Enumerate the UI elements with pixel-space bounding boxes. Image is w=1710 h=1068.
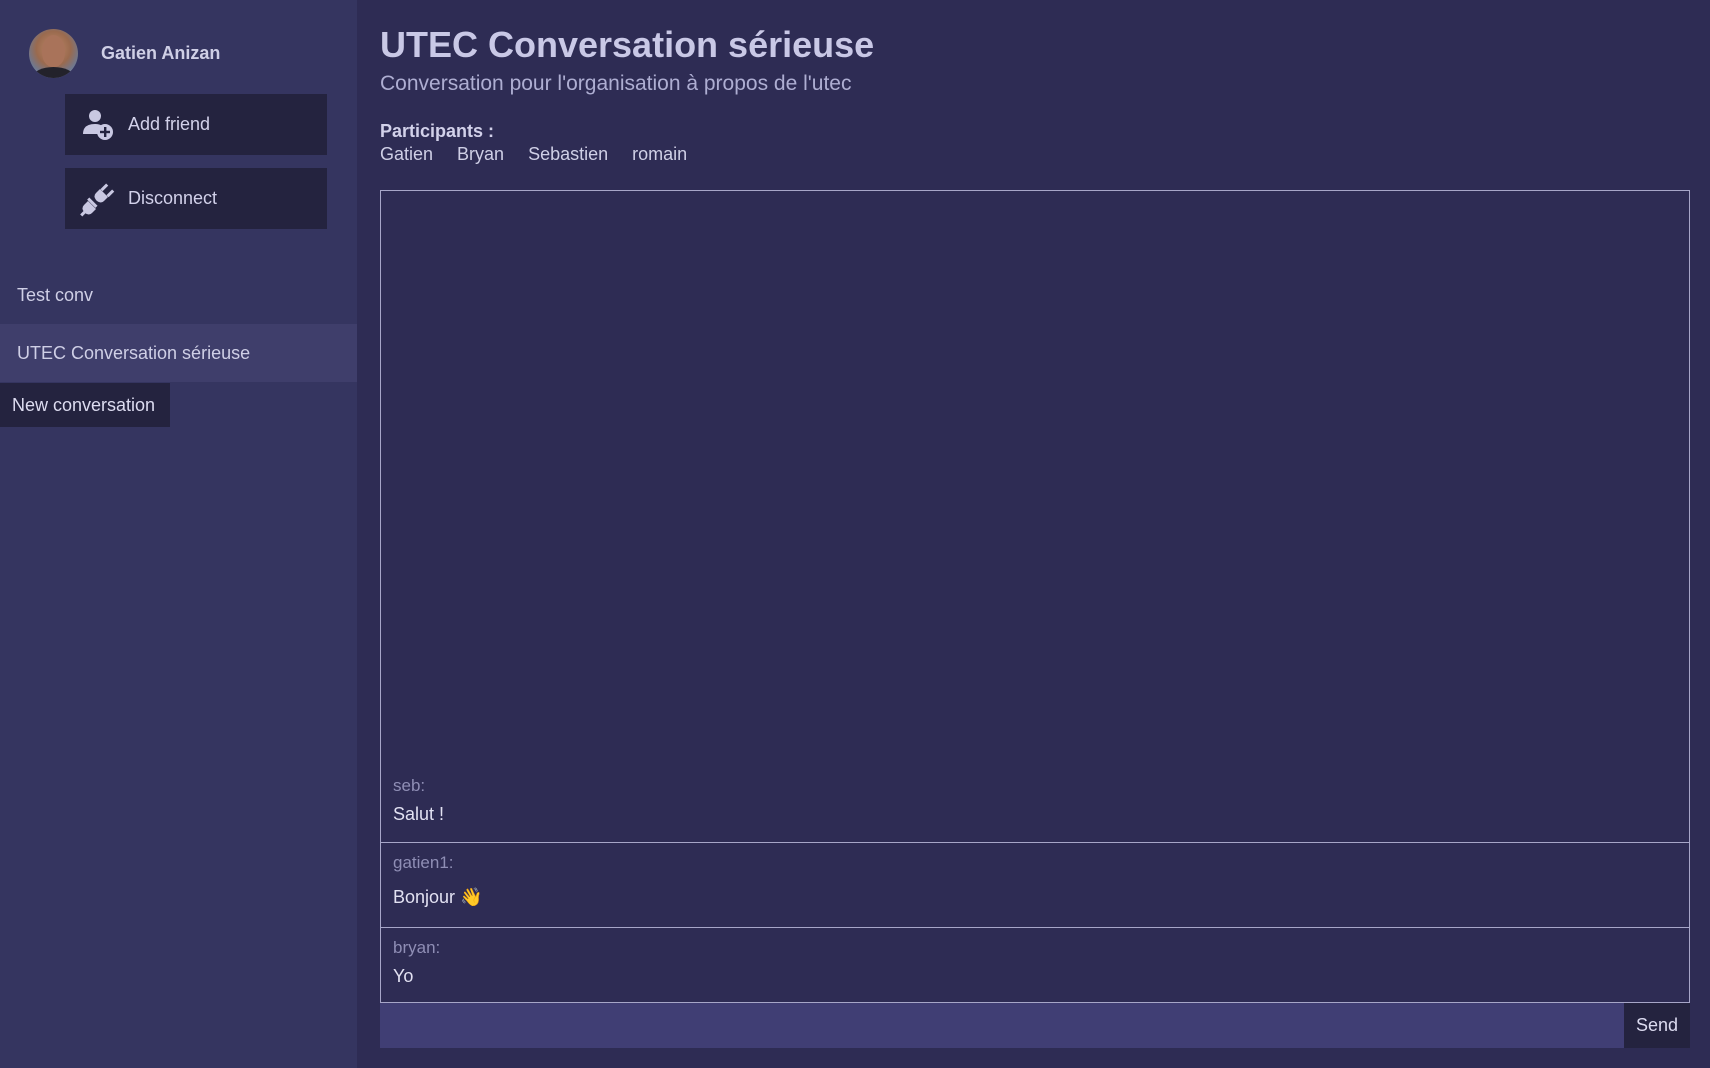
participant: Gatien: [380, 144, 434, 164]
message-list[interactable]: seb: Salut ! gatien1: Bonjour 👋 bryan: Y…: [380, 190, 1690, 1003]
disconnect-button[interactable]: Disconnect: [65, 168, 327, 229]
conversation-item-test-conv[interactable]: Test conv: [0, 266, 357, 324]
avatar: [29, 29, 78, 78]
message-author: gatien1:: [393, 853, 454, 872]
disconnect-label: Disconnect: [128, 188, 218, 208]
message-text: Salut !: [393, 804, 445, 824]
participant: romain: [632, 144, 688, 164]
conversation-item-utec[interactable]: UTEC Conversation sérieuse: [0, 324, 357, 382]
participants-list: Gatien Bryan Sebastien romain: [380, 144, 687, 165]
message-text: Bonjour 👋: [393, 887, 483, 907]
participant: Bryan: [457, 144, 505, 164]
add-friend-button[interactable]: Add friend: [65, 94, 327, 155]
conversation-panel: UTEC Conversation sérieuse Conversation …: [380, 0, 1690, 1068]
message-text: Yo: [393, 966, 414, 986]
send-button[interactable]: Send: [1624, 1003, 1690, 1048]
new-conversation-button[interactable]: New conversation: [0, 383, 170, 427]
user-name: Gatien Anizan: [101, 43, 221, 63]
participants-label: Participants :: [380, 121, 495, 141]
participant: Sebastien: [528, 144, 609, 164]
add-friend-label: Add friend: [128, 114, 211, 134]
add-user-icon: [80, 107, 116, 143]
message: gatien1: Bonjour 👋: [381, 842, 1689, 927]
message-author: bryan:: [393, 938, 441, 957]
message: seb: Salut !: [381, 766, 1689, 842]
message-composer: Send: [380, 1003, 1690, 1048]
message-input[interactable]: [380, 1003, 1624, 1048]
message-author: seb:: [393, 776, 426, 795]
unplug-icon: [80, 181, 116, 217]
sidebar: Gatien Anizan Add friend Disconnect Test…: [0, 0, 357, 1068]
user-profile: Gatien Anizan: [29, 29, 220, 78]
message: bryan: Yo: [381, 927, 1689, 1002]
conversation-description: Conversation pour l'organisation à propo…: [380, 72, 852, 95]
conversation-title: UTEC Conversation sérieuse: [380, 24, 875, 65]
